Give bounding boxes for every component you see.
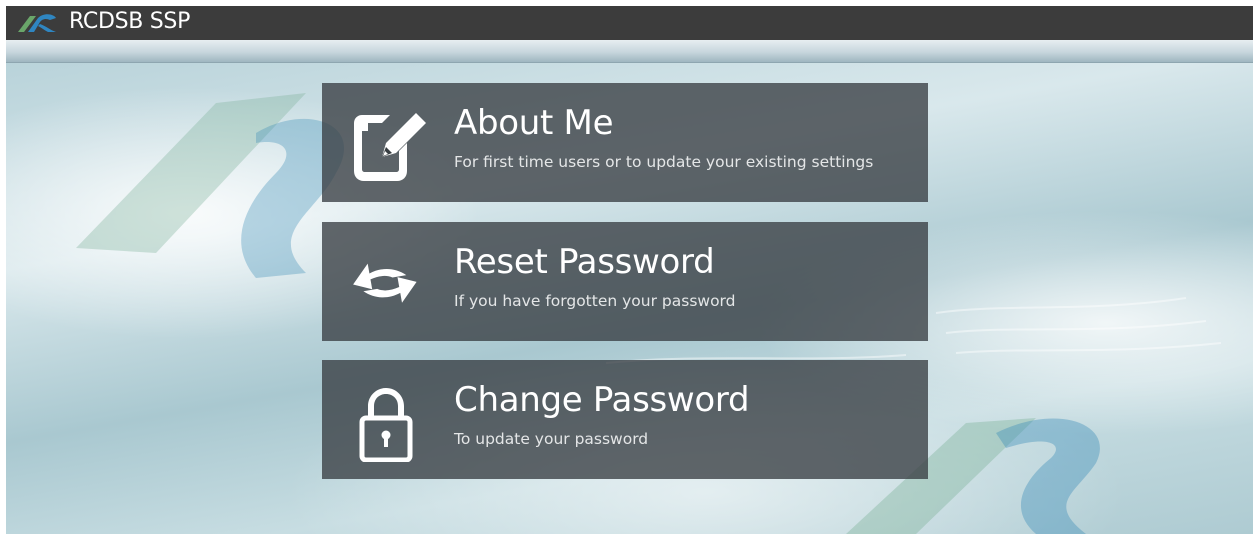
rcdsb-logo-icon xyxy=(18,14,56,32)
tile-description: To update your password xyxy=(454,430,649,448)
tile-title: About Me xyxy=(454,103,614,143)
header-divider-strip xyxy=(6,40,1253,63)
change-password-tile[interactable]: Change Password To update your password xyxy=(322,360,928,479)
edit-document-icon xyxy=(354,113,426,181)
tile-description: If you have forgotten your password xyxy=(454,292,736,310)
reset-password-tile[interactable]: Reset Password If you have forgotten you… xyxy=(322,222,928,341)
app-title: RCDSB SSP xyxy=(69,9,191,34)
padlock-icon xyxy=(359,388,413,462)
refresh-arrows-icon xyxy=(353,263,417,303)
tile-description: For first time users or to update your e… xyxy=(454,153,874,171)
tile-title: Change Password xyxy=(454,380,750,420)
about-me-tile[interactable]: About Me For first time users or to upda… xyxy=(322,83,928,202)
tile-title: Reset Password xyxy=(454,242,715,282)
app-frame: RCDSB SSP About Me For first time users … xyxy=(6,6,1253,534)
top-bar: RCDSB SSP xyxy=(6,6,1253,40)
